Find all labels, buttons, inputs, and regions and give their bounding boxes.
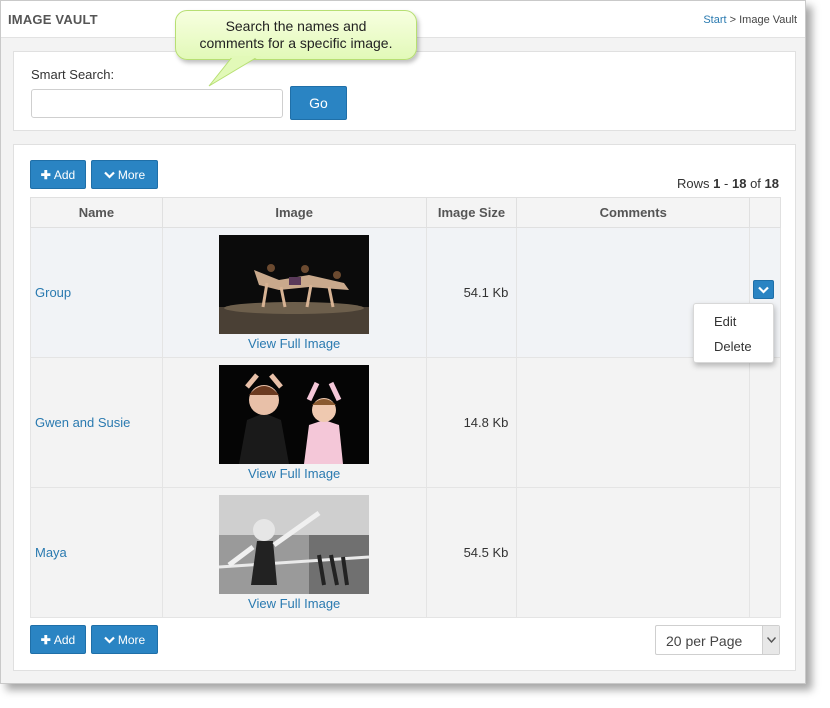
callout-tail	[208, 56, 261, 87]
grid-panel: ✚ Add More Rows 1 - 18 of 18 Name Image …	[13, 144, 796, 671]
image-thumbnail[interactable]	[219, 364, 370, 464]
plus-icon: ✚	[40, 167, 51, 182]
column-header-comments[interactable]: Comments	[516, 197, 751, 228]
row-action-menu: Edit Delete	[693, 303, 774, 363]
chevron-down-icon	[758, 281, 769, 299]
chevron-down-icon	[104, 168, 115, 182]
size-cell: 14.8 Kb	[425, 357, 518, 488]
add-button-label: Add	[53, 632, 76, 647]
rows-dash: -	[724, 176, 729, 191]
table-row: Maya View Full Image 54.5 Kb	[30, 487, 781, 618]
table-row: Group View Full Image 54.1 Kb	[30, 227, 781, 358]
chevron-down-icon	[104, 633, 115, 647]
caret-down-icon[interactable]	[762, 626, 779, 654]
search-input[interactable]	[31, 89, 283, 118]
view-full-image-link[interactable]: View Full Image	[163, 596, 426, 611]
breadcrumb: Start > Image Vault	[703, 14, 797, 26]
breadcrumb-start-link[interactable]: Start	[703, 14, 726, 26]
menu-item-delete[interactable]: Delete	[714, 339, 752, 354]
rows-of: of	[750, 176, 761, 191]
column-header-actions	[749, 197, 781, 228]
rows-prefix: Rows	[677, 176, 710, 191]
plus-icon: ✚	[40, 632, 51, 647]
name-link[interactable]: Group	[31, 285, 71, 300]
column-header-image[interactable]: Image	[161, 197, 427, 228]
per-page-value: 20 per Page	[666, 633, 743, 649]
image-cell: View Full Image	[161, 487, 427, 618]
image-table: Name Image Image Size Comments Group Vie…	[30, 197, 781, 618]
column-header-image-size[interactable]: Image Size	[425, 197, 518, 228]
more-button-label: More	[117, 167, 146, 182]
row-action-button[interactable]	[753, 280, 774, 299]
name-cell: Group	[30, 227, 163, 358]
breadcrumb-current: Image Vault	[739, 14, 797, 26]
table-header-row: Name Image Image Size Comments	[30, 197, 781, 228]
more-button-label: More	[117, 632, 146, 647]
add-button-bottom[interactable]: ✚ Add	[30, 625, 86, 654]
page-title: IMAGE VAULT	[8, 12, 98, 27]
column-header-name[interactable]: Name	[30, 197, 163, 228]
image-thumbnail[interactable]	[219, 234, 370, 334]
more-button-bottom[interactable]: More	[91, 625, 158, 654]
view-full-image-link[interactable]: View Full Image	[163, 336, 426, 351]
add-button-label: Add	[53, 167, 76, 182]
search-tip-callout: Search the names and comments for a spec…	[175, 10, 417, 60]
size-cell: 54.5 Kb	[425, 487, 518, 618]
callout-line-2: comments for a specific image.	[199, 35, 393, 51]
name-cell: Maya	[30, 487, 163, 618]
rows-total: 18	[764, 176, 779, 191]
per-page-select[interactable]: 20 per Page	[655, 625, 780, 655]
view-full-image-link[interactable]: View Full Image	[163, 466, 426, 481]
breadcrumb-separator: >	[729, 14, 737, 26]
action-cell	[749, 357, 781, 488]
name-cell: Gwen and Susie	[30, 357, 163, 488]
image-thumbnail[interactable]	[219, 494, 370, 594]
comments-cell	[516, 487, 751, 618]
rows-info: Rows 1 - 18 of 18	[677, 176, 779, 191]
name-link[interactable]: Maya	[31, 545, 67, 560]
image-cell: View Full Image	[161, 227, 427, 358]
search-panel: Smart Search: Go	[13, 51, 796, 131]
app-window: IMAGE VAULT Start > Image Vault Smart Se…	[0, 0, 806, 684]
search-label: Smart Search:	[31, 67, 115, 82]
go-button[interactable]: Go	[290, 86, 347, 120]
name-link[interactable]: Gwen and Susie	[31, 415, 130, 430]
action-cell	[749, 487, 781, 618]
comments-cell	[516, 357, 751, 488]
add-button[interactable]: ✚ Add	[30, 160, 86, 189]
more-button[interactable]: More	[91, 160, 158, 189]
image-cell: View Full Image	[161, 357, 427, 488]
size-cell: 54.1 Kb	[425, 227, 518, 358]
callout-line-1: Search the names and	[225, 18, 367, 34]
menu-item-edit[interactable]: Edit	[714, 314, 736, 329]
rows-from: 1	[713, 176, 721, 191]
rows-to: 18	[731, 176, 747, 191]
table-row: Gwen and Susie View Full Image 14.8 Kb	[30, 357, 781, 488]
